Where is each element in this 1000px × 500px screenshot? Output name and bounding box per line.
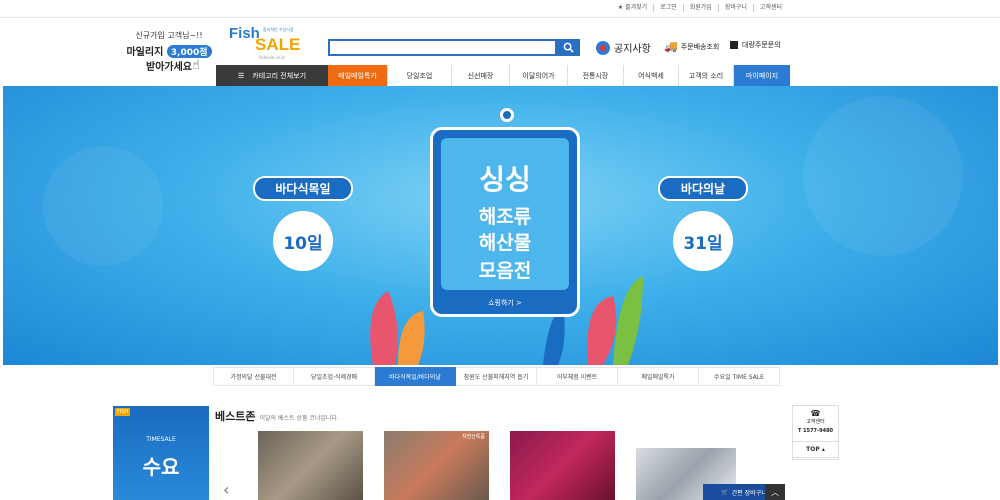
side-banner-big: 수요: [142, 455, 180, 479]
site-logo[interactable]: Fish 합리적인 수산시장 SALE fishsale.co.kr: [229, 25, 309, 63]
subnav-item[interactable]: 매일매일특가: [618, 367, 699, 386]
ocean-day-badge: 바다의날 31일: [658, 176, 748, 271]
nav-item-fresh[interactable]: 신선매장: [452, 65, 510, 86]
nav-mypage[interactable]: 마이페이지: [734, 65, 790, 86]
side-banner-logo: FISH: [115, 408, 131, 416]
top-utility-bar: ★ 즐겨찾기 로그인 회원가입 장바구니 고객센터: [0, 0, 1000, 18]
best-zone-title: 베스트존: [215, 410, 256, 423]
subnav-item[interactable]: 가정의달 선물대전: [213, 367, 294, 386]
cart-toggle-icon[interactable]: ︿: [765, 484, 785, 500]
product-image[interactable]: [510, 431, 615, 500]
login-link[interactable]: 로그인: [653, 4, 683, 12]
search-button[interactable]: [557, 39, 580, 56]
bookmark-link[interactable]: ★ 즐겨찾기: [612, 4, 653, 12]
subnav-item[interactable]: 당일조업·삭제경매: [294, 367, 375, 386]
promo-line1: 신규가입 고객님~!!: [135, 31, 203, 40]
subnav-item[interactable]: 참원도 산불피해지역 돕기: [456, 367, 537, 386]
nav-item-monthly[interactable]: 이달의어가: [510, 65, 568, 86]
logo-url: fishsale.co.kr: [259, 55, 286, 60]
product-image[interactable]: 자연산특품: [384, 431, 489, 500]
logo-sale: SALE: [255, 35, 301, 54]
cs-phone: T 1577-9480: [797, 428, 834, 434]
timesale-side-banner[interactable]: FISH TIMESALE 수요: [113, 406, 209, 500]
sea-planting-day-badge: 바다식목일 10일: [253, 176, 353, 271]
nav-hot-deal[interactable]: 매일매일특가: [328, 65, 388, 86]
headset-icon: ☎: [810, 409, 821, 418]
nav-item-voice[interactable]: 고객의 소리: [679, 65, 734, 86]
pointing-hand-icon: ☝: [192, 58, 200, 73]
banner-title-4: 모음전: [478, 260, 532, 282]
promo-amount: 3,000점: [166, 45, 212, 58]
tag-hole: [500, 108, 514, 122]
category-all-button[interactable]: ☰ 카테고리 전체보기: [216, 65, 328, 86]
banner-title-1: 싱싱: [479, 163, 531, 196]
top-links: ★ 즐겨찾기 로그인 회원가입 장바구니 고객센터: [612, 4, 788, 12]
nav-item-market[interactable]: 전통시장: [568, 65, 624, 86]
promo-line3: 받아가세요: [146, 62, 192, 73]
carousel-prev-icon[interactable]: ‹: [223, 480, 229, 499]
best-zone-subtitle: 이달의 베스트 상품 코너입니다.: [259, 415, 339, 422]
shop-now-link[interactable]: 쇼핑하기 >: [433, 298, 577, 308]
customer-center-link[interactable]: 고객센터: [752, 4, 788, 12]
search-icon: [563, 42, 574, 53]
cart-link[interactable]: 장바구니: [717, 4, 753, 12]
nav-item-seafood-health[interactable]: 어식백세: [624, 65, 679, 86]
subnav-item[interactable]: 어부체험 이벤트: [537, 367, 618, 386]
subnav-item-active[interactable]: 바다식목일/바다의날: [375, 367, 456, 386]
cart-icon: 🛒: [721, 488, 729, 496]
side-banner-small: TIMESALE: [146, 436, 176, 443]
banner-title-3: 해산물: [478, 232, 532, 254]
signup-promo[interactable]: 신규가입 고객님~!! 마일리지 3,000점 받아가세요: [120, 30, 218, 73]
cs-label: 고객센터: [806, 419, 825, 425]
search-input[interactable]: [328, 39, 557, 56]
banner-subnav: 가정의달 선물대전 당일조업·삭제경매 바다식목일/바다의날 참원도 산불피해지…: [213, 367, 780, 386]
scroll-top-button[interactable]: TOP ▴: [792, 441, 839, 458]
promo-line2: 마일리지 3,000점: [120, 43, 218, 58]
logo-tagline: 합리적인 수산시장: [263, 27, 294, 32]
promo-tag-card[interactable]: 싱싱 해조류 해산물 모음전 쇼핑하기 >: [430, 108, 580, 317]
banner-title-2: 해조류: [478, 206, 532, 228]
bulk-order-link[interactable]: 대량주문문의: [730, 40, 781, 50]
hero-banner[interactable]: 바다식목일 10일 바다의날 31일 싱싱 해조류 해산물 모음전 쇼핑하기 >: [3, 86, 998, 365]
box-icon: [730, 41, 738, 49]
menu-icon: ☰: [237, 71, 245, 80]
nav-item-today-catch[interactable]: 당일조업: [388, 65, 452, 86]
notice-icon: [596, 40, 610, 55]
subnav-item[interactable]: 수요일 TIME SALE: [699, 367, 780, 386]
notice-link[interactable]: 공지사항: [596, 40, 651, 55]
product-tag: 자연산특품: [461, 434, 485, 440]
product-image[interactable]: [258, 431, 363, 500]
main-nav: ☰ 카테고리 전체보기 매일매일특가 당일조업 신선매장 이달의어가 전통시장 어…: [216, 65, 790, 86]
signup-link[interactable]: 회원가입: [682, 4, 718, 12]
best-zone-header: 베스트존 이달의 베스트 상품 코너입니다.: [215, 408, 339, 424]
truck-icon: 🚚: [664, 40, 678, 53]
delivery-link[interactable]: 🚚 주문배송조회: [664, 40, 719, 53]
